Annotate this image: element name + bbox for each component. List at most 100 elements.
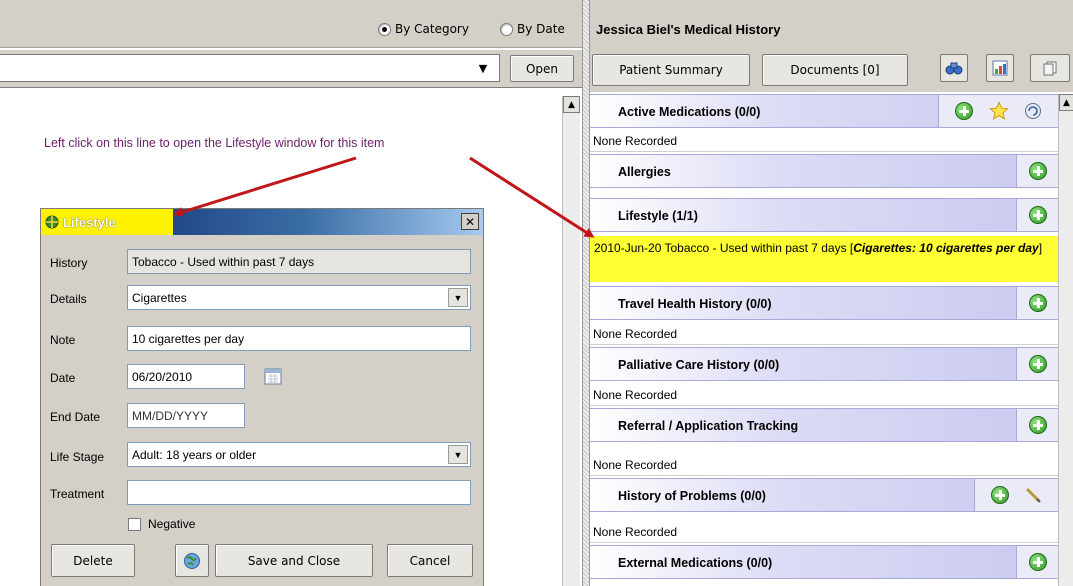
documents-button[interactable]: Documents [0] bbox=[762, 54, 908, 86]
dialog-title-bar[interactable]: Lifestyle ✕ bbox=[41, 209, 483, 235]
add-icon[interactable] bbox=[1028, 206, 1047, 224]
section-title: Allergies bbox=[618, 165, 671, 179]
treatment-input[interactable] bbox=[127, 480, 471, 505]
left-toolbar: ▼ Open bbox=[0, 50, 582, 88]
details-value: Cigarettes bbox=[132, 291, 187, 305]
lifestyle-entry-close: ] bbox=[1038, 241, 1043, 255]
section-external-medications[interactable]: External Medications (0/0) bbox=[590, 545, 1058, 579]
section-referral-tracking[interactable]: Referral / Application Tracking bbox=[590, 408, 1058, 442]
copy-icon[interactable] bbox=[1030, 54, 1070, 82]
note-input[interactable]: 10 cigarettes per day bbox=[127, 326, 471, 351]
life-stage-value: Adult: 18 years or older bbox=[132, 448, 257, 462]
section-lifestyle[interactable]: Lifestyle (1/1) bbox=[590, 198, 1058, 232]
note-label: Note bbox=[50, 333, 76, 347]
lifestyle-icon bbox=[45, 215, 59, 229]
section-row: None Recorded bbox=[590, 384, 1058, 406]
scroll-up-icon[interactable]: ▲ bbox=[563, 96, 580, 113]
by-date-label: By Date bbox=[517, 22, 565, 36]
section-row: None Recorded bbox=[590, 521, 1058, 543]
by-category-option[interactable]: By Category bbox=[378, 22, 469, 36]
globe-icon[interactable] bbox=[175, 544, 209, 577]
section-history-of-problems[interactable]: History of Problems (0/0) bbox=[590, 478, 1058, 512]
dialog-title: Lifestyle bbox=[63, 214, 116, 230]
section-controls bbox=[1016, 348, 1058, 380]
section-controls bbox=[974, 479, 1058, 511]
patient-summary-button[interactable]: Patient Summary bbox=[592, 54, 750, 86]
add-icon[interactable] bbox=[1028, 162, 1047, 180]
instruction-text: Left click on this line to open the Life… bbox=[44, 136, 385, 150]
chevron-down-icon[interactable]: ▼ bbox=[471, 57, 495, 79]
medical-history-title: Jessica Biel's Medical History bbox=[596, 22, 781, 37]
section-palliative-care[interactable]: Palliative Care History (0/0) bbox=[590, 347, 1058, 381]
life-stage-select[interactable]: Adult: 18 years or older ▼ bbox=[127, 442, 471, 467]
section-title: Travel Health History (0/0) bbox=[618, 297, 772, 311]
lifestyle-entry-detail: Cigarettes: 10 cigarettes per day bbox=[853, 241, 1039, 255]
life-stage-label: Life Stage bbox=[50, 450, 105, 464]
add-icon[interactable] bbox=[954, 102, 973, 120]
medical-history-pane: Jessica Biel's Medical History Patient S… bbox=[590, 0, 1073, 586]
add-icon[interactable] bbox=[1028, 355, 1047, 373]
negative-label: Negative bbox=[148, 517, 196, 531]
section-title: History of Problems (0/0) bbox=[618, 489, 766, 503]
medical-history-header: Jessica Biel's Medical History Patient S… bbox=[590, 0, 1073, 92]
section-row: None Recorded bbox=[590, 130, 1058, 152]
by-date-radio[interactable] bbox=[500, 22, 513, 36]
cancel-button[interactable]: Cancel bbox=[387, 544, 473, 577]
date-label: Date bbox=[50, 371, 76, 385]
add-icon[interactable] bbox=[990, 486, 1009, 504]
section-controls bbox=[1016, 546, 1058, 578]
pane-splitter[interactable] bbox=[582, 0, 590, 586]
add-icon[interactable] bbox=[1028, 416, 1047, 434]
section-title: Lifestyle (1/1) bbox=[618, 209, 698, 223]
chart-icon[interactable] bbox=[986, 54, 1014, 82]
section-title: External Medications (0/0) bbox=[618, 556, 773, 570]
lifestyle-dialog: Lifestyle ✕ History Tobacco - Used withi… bbox=[40, 208, 484, 586]
history-sections: Active Medications (0/0) None Recorded A… bbox=[590, 94, 1058, 586]
scroll-up-icon[interactable]: ▲ bbox=[1059, 94, 1073, 111]
date-input[interactable]: 06/20/2010 bbox=[127, 364, 245, 389]
section-title: Palliative Care History (0/0) bbox=[618, 358, 780, 372]
open-button[interactable]: Open bbox=[510, 55, 574, 82]
section-controls bbox=[1016, 409, 1058, 441]
section-controls bbox=[1016, 287, 1058, 319]
right-scrollbar[interactable]: ▲ bbox=[1058, 94, 1073, 586]
history-label: History bbox=[50, 256, 88, 270]
section-controls bbox=[938, 95, 1058, 127]
by-date-option[interactable]: By Date bbox=[500, 22, 565, 36]
save-and-close-button[interactable]: Save and Close bbox=[215, 544, 373, 577]
end-date-label: End Date bbox=[50, 410, 101, 424]
lifestyle-entry-row[interactable]: 2010-Jun-20 Tobacco - Used within past 7… bbox=[590, 236, 1058, 282]
close-icon[interactable]: ✕ bbox=[461, 213, 479, 230]
negative-checkbox[interactable] bbox=[128, 518, 141, 531]
section-title: Referral / Application Tracking bbox=[618, 419, 799, 433]
pencil-icon[interactable] bbox=[1024, 486, 1042, 504]
section-controls bbox=[1016, 155, 1058, 187]
add-icon[interactable] bbox=[1028, 294, 1047, 312]
left-scrollbar[interactable]: ▲ bbox=[562, 96, 580, 586]
delete-button[interactable]: Delete bbox=[51, 544, 135, 577]
chevron-down-icon[interactable]: ▼ bbox=[448, 445, 468, 464]
details-label: Details bbox=[50, 292, 87, 306]
section-row: None Recorded bbox=[590, 323, 1058, 345]
left-pane: By Category By Date ▼ Open ▲ Left click … bbox=[0, 0, 582, 586]
section-active-medications[interactable]: Active Medications (0/0) bbox=[590, 94, 1058, 128]
section-allergies[interactable]: Allergies bbox=[590, 154, 1058, 188]
section-controls bbox=[1016, 199, 1058, 231]
binoculars-icon[interactable] bbox=[940, 54, 968, 82]
section-row: None Recorded bbox=[590, 454, 1058, 476]
details-select[interactable]: Cigarettes ▼ bbox=[127, 285, 471, 310]
end-date-input[interactable]: MM/DD/YYYY bbox=[127, 403, 245, 428]
view-toggle-bar: By Category By Date bbox=[0, 0, 582, 48]
calendar-icon[interactable] bbox=[259, 362, 287, 390]
item-select[interactable]: ▼ bbox=[0, 54, 500, 82]
treatment-label: Treatment bbox=[50, 487, 105, 501]
section-travel-health[interactable]: Travel Health History (0/0) bbox=[590, 286, 1058, 320]
star-icon[interactable] bbox=[988, 101, 1009, 121]
by-category-label: By Category bbox=[395, 22, 469, 36]
section-title: Active Medications (0/0) bbox=[618, 105, 761, 119]
by-category-radio[interactable] bbox=[378, 22, 391, 36]
chevron-down-icon[interactable]: ▼ bbox=[448, 288, 468, 307]
refresh-icon[interactable] bbox=[1024, 102, 1042, 120]
add-icon[interactable] bbox=[1028, 553, 1047, 571]
lifestyle-entry-text: 2010-Jun-20 Tobacco - Used within past 7… bbox=[594, 241, 854, 255]
